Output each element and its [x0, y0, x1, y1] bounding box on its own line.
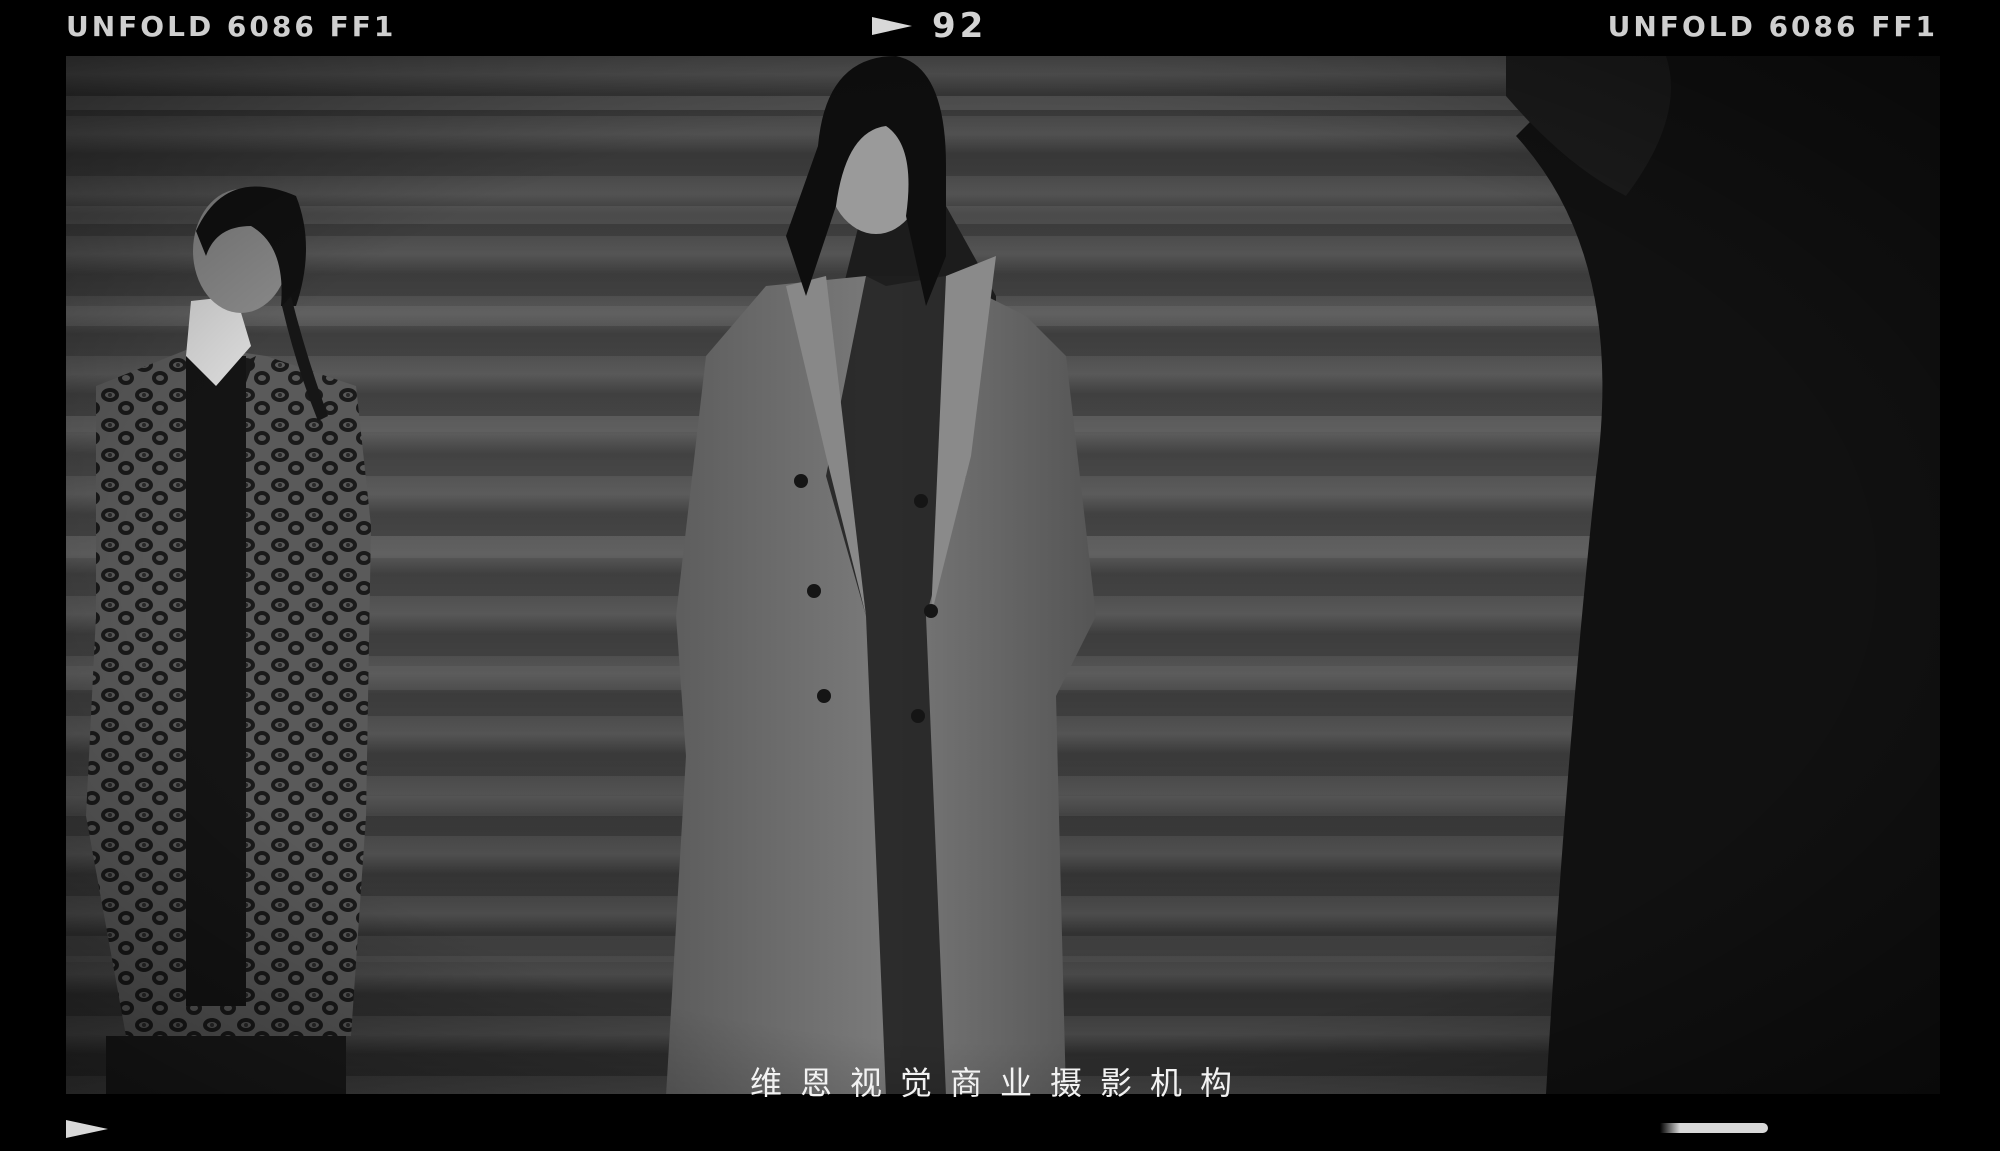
caption: 维恩视觉商业摄影机构 [749, 1064, 1250, 1102]
frame-number-marker: 92 [872, 6, 987, 46]
film-edge-label-left: UNFOLD 6086 FF1 [66, 10, 397, 43]
bottom-right-marker [1660, 1123, 1768, 1133]
film-frame: UNFOLD 6086 FF1 92 UNFOLD 6086 FF1 维恩视觉商… [0, 0, 2000, 1151]
frame-arrow-icon [66, 1120, 108, 1138]
frame-number: 92 [932, 6, 988, 46]
bottom-left-marker [66, 1120, 108, 1138]
frame-arrow-icon [872, 17, 912, 35]
photo [66, 56, 1940, 1094]
film-edge-label-right: UNFOLD 6086 FF1 [1607, 10, 1938, 43]
film-notch-icon [1660, 1123, 1768, 1133]
photo-scene-icon [66, 56, 1940, 1094]
